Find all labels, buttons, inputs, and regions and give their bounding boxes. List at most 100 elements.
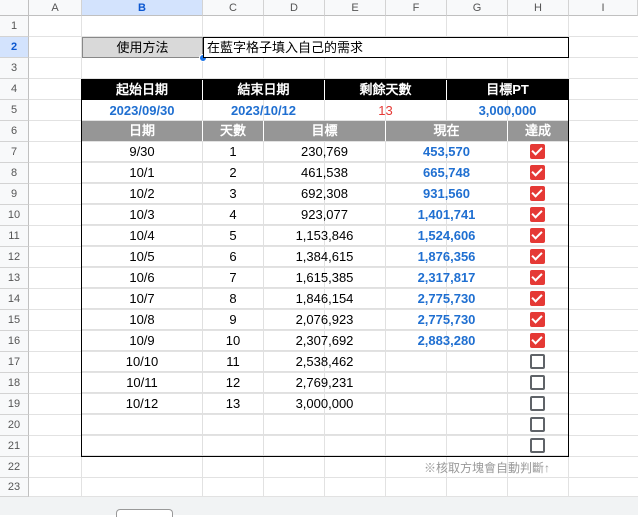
cell-date: 10/6 (82, 267, 203, 288)
row-header-21[interactable]: 21 (0, 436, 29, 457)
date-column-header: 日期 (82, 121, 203, 141)
checkbox-unchecked[interactable] (530, 417, 545, 432)
cell-date: 10/3 (82, 204, 203, 225)
cell-date: 10/9 (82, 330, 203, 351)
start-date-value[interactable]: 2023/09/30 (82, 100, 203, 121)
cell-target: 1,846,154 (264, 288, 386, 309)
checkbox-checked[interactable] (530, 249, 545, 264)
cell-target: 461,538 (264, 162, 386, 183)
sheet-tab[interactable] (116, 509, 173, 517)
usage-button[interactable]: 使用方法 (82, 37, 203, 58)
row-header-8[interactable]: 8 (0, 163, 29, 184)
checkbox-unchecked[interactable] (530, 375, 545, 390)
cell-day (203, 435, 264, 456)
row-header-9[interactable]: 9 (0, 184, 29, 205)
cell-date: 10/2 (82, 183, 203, 204)
row-header-16[interactable]: 16 (0, 331, 29, 352)
checkbox-unchecked[interactable] (530, 354, 545, 369)
column-header-d[interactable]: D (264, 0, 325, 16)
cell-current[interactable] (386, 414, 508, 435)
cell-current[interactable]: 1,401,741 (386, 204, 508, 225)
row-header-12[interactable]: 12 (0, 247, 29, 268)
cell-current[interactable]: 665,748 (386, 162, 508, 183)
column-header-b[interactable]: B (82, 0, 203, 16)
checkbox-checked[interactable] (530, 186, 545, 201)
checkbox-checked[interactable] (530, 144, 545, 159)
current-column-header: 現在 (386, 121, 508, 141)
column-header-f[interactable]: F (386, 0, 447, 16)
target-pt-value[interactable]: 3,000,000 (447, 100, 568, 121)
end-date-value[interactable]: 2023/10/12 (203, 100, 325, 121)
row-header-3[interactable]: 3 (0, 58, 29, 79)
checkbox-unchecked[interactable] (530, 396, 545, 411)
checkbox-checked[interactable] (530, 312, 545, 327)
row-header-13[interactable]: 13 (0, 268, 29, 289)
row-header-1[interactable]: 1 (0, 16, 29, 37)
row-header-23[interactable]: 23 (0, 478, 29, 497)
row-header-14[interactable]: 14 (0, 289, 29, 310)
cell-day: 11 (203, 351, 264, 372)
cell-achieved (508, 141, 568, 162)
column-header-g[interactable]: G (447, 0, 508, 16)
cell-current[interactable]: 2,317,817 (386, 267, 508, 288)
cell-day: 13 (203, 393, 264, 414)
cell-current[interactable]: 931,560 (386, 183, 508, 204)
checkbox-checked[interactable] (530, 165, 545, 180)
cell-day: 4 (203, 204, 264, 225)
row-header-19[interactable]: 19 (0, 394, 29, 415)
row-header-11[interactable]: 11 (0, 226, 29, 247)
cell-achieved (508, 372, 568, 393)
checkbox-checked[interactable] (530, 228, 545, 243)
column-header-c[interactable]: C (203, 0, 264, 16)
row-header-22[interactable]: 22 (0, 457, 29, 478)
cell-target: 2,769,231 (264, 372, 386, 393)
row-header-6[interactable]: 6 (0, 121, 29, 142)
day-column-header: 天數 (203, 121, 264, 141)
cell-target: 1,153,846 (264, 225, 386, 246)
row-header-2[interactable]: 2 (0, 37, 29, 58)
cell-current[interactable]: 2,775,730 (386, 288, 508, 309)
cell-day: 3 (203, 183, 264, 204)
cell-target: 3,000,000 (264, 393, 386, 414)
cell-achieved (508, 162, 568, 183)
checkbox-checked[interactable] (530, 207, 545, 222)
column-header-i[interactable]: I (569, 0, 638, 16)
cell-current[interactable]: 1,876,356 (386, 246, 508, 267)
cell-achieved (508, 204, 568, 225)
row-header-18[interactable]: 18 (0, 373, 29, 394)
cell-achieved (508, 330, 568, 351)
row-header-15[interactable]: 15 (0, 310, 29, 331)
row-header-4[interactable]: 4 (0, 79, 29, 100)
cell-achieved (508, 393, 568, 414)
row-header-17[interactable]: 17 (0, 352, 29, 373)
row-header-5[interactable]: 5 (0, 100, 29, 121)
checkbox-unchecked[interactable] (530, 438, 545, 453)
checkbox-checked[interactable] (530, 291, 545, 306)
row-header-7[interactable]: 7 (0, 142, 29, 163)
cell-current[interactable] (386, 351, 508, 372)
select-all-corner[interactable] (0, 0, 29, 16)
cell-current[interactable]: 1,524,606 (386, 225, 508, 246)
cell-current[interactable]: 453,570 (386, 141, 508, 162)
gridline-row (29, 477, 638, 478)
target-pt-header: 目標PT (447, 80, 568, 100)
cell-achieved (508, 183, 568, 204)
remaining-days-value: 13 (325, 100, 447, 121)
cell-current[interactable]: 2,883,280 (386, 330, 508, 351)
cell-date: 10/11 (82, 372, 203, 393)
cell-day: 5 (203, 225, 264, 246)
checkbox-checked[interactable] (530, 270, 545, 285)
cell-target: 2,076,923 (264, 309, 386, 330)
column-header-e[interactable]: E (325, 0, 386, 16)
column-header-a[interactable]: A (29, 0, 82, 16)
row-header-20[interactable]: 20 (0, 415, 29, 436)
cell-current[interactable] (386, 393, 508, 414)
cell-current[interactable] (386, 372, 508, 393)
cell-current[interactable]: 2,775,730 (386, 309, 508, 330)
row-header-10[interactable]: 10 (0, 205, 29, 226)
cell-date: 10/7 (82, 288, 203, 309)
cell-current[interactable] (386, 435, 508, 456)
checkbox-checked[interactable] (530, 333, 545, 348)
column-header-h[interactable]: H (508, 0, 569, 16)
cell-date (82, 435, 203, 456)
